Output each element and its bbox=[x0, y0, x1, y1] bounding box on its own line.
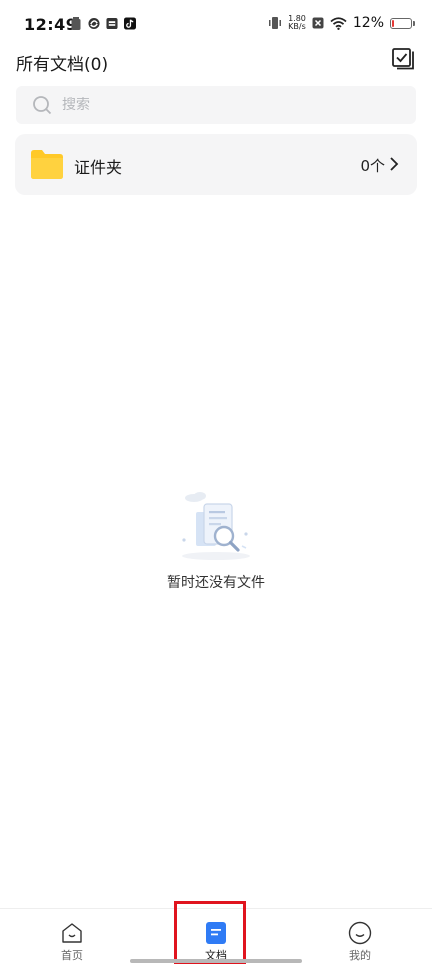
search-input[interactable] bbox=[62, 97, 362, 113]
network-speed: 1.80 KB/s bbox=[288, 15, 306, 31]
empty-document-illustration bbox=[182, 492, 250, 560]
folder-icon bbox=[31, 150, 63, 179]
wifi-icon bbox=[330, 16, 347, 30]
tiktok-app-icon bbox=[124, 17, 136, 30]
nav-label-home: 首页 bbox=[61, 949, 83, 962]
battery-icon bbox=[390, 17, 415, 29]
nav-label-profile: 我的 bbox=[349, 949, 371, 962]
sync-app-icon bbox=[88, 17, 100, 30]
network-speed-unit: KB/s bbox=[288, 22, 306, 31]
nav-item-profile[interactable]: 我的 bbox=[320, 909, 400, 964]
search-bar[interactable] bbox=[16, 86, 416, 124]
screen: 12:49 1.80 KB/s 12% 所有文档(0) 搜索 证件夹 0个 暂时… bbox=[0, 0, 432, 964]
search-icon bbox=[33, 96, 52, 115]
battery-percent: 12% bbox=[352, 15, 384, 31]
no-sim-icon bbox=[312, 17, 324, 29]
notification-icons bbox=[70, 17, 136, 30]
document-icon bbox=[206, 922, 226, 944]
multi-select-button[interactable] bbox=[392, 48, 414, 70]
folder-name: 证件夹 bbox=[74, 158, 123, 177]
nav-item-home[interactable]: 首页 bbox=[32, 909, 112, 964]
vibrate-icon bbox=[269, 17, 282, 29]
folder-item[interactable]: 证件夹 0个 bbox=[15, 134, 417, 195]
page-title: 所有文档(0) bbox=[16, 55, 109, 75]
status-bar: 12:49 1.80 KB/s 12% bbox=[0, 0, 432, 48]
status-right: 1.80 KB/s 12% bbox=[268, 15, 415, 31]
bottom-nav: 首页 文档 我的 bbox=[0, 908, 432, 964]
home-icon bbox=[62, 923, 82, 943]
empty-state-message: 暂时还没有文件 bbox=[167, 575, 265, 591]
battery-level bbox=[392, 19, 394, 27]
battery-saver-icon bbox=[71, 17, 81, 30]
home-indicator[interactable] bbox=[130, 959, 302, 963]
folder-count: 0个 bbox=[360, 157, 385, 175]
chevron-right-icon bbox=[390, 157, 399, 171]
nav-item-documents[interactable]: 文档 bbox=[176, 909, 256, 964]
profile-icon bbox=[348, 921, 372, 945]
inbox-app-icon bbox=[106, 17, 118, 30]
